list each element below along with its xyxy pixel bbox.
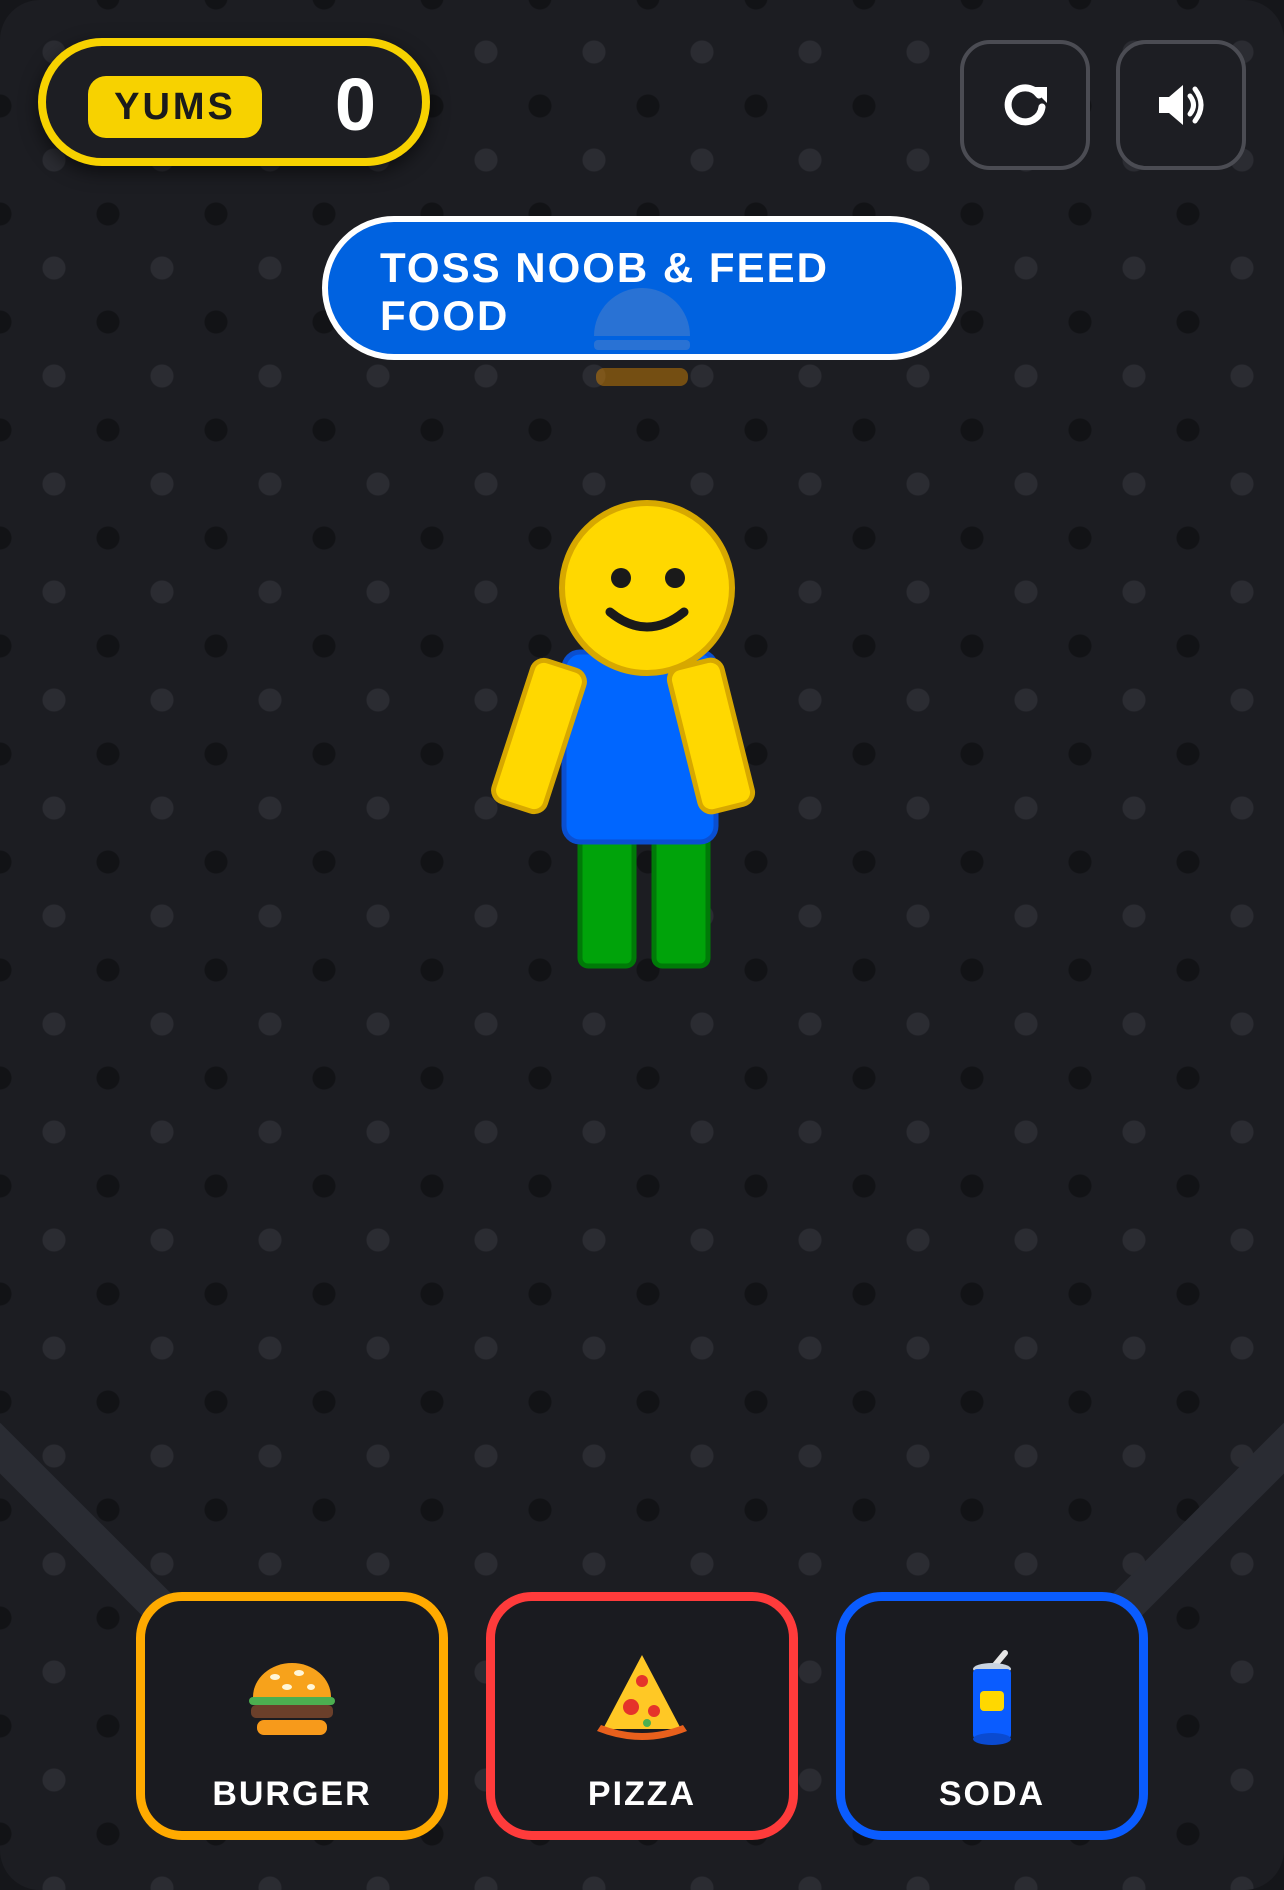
burger-button[interactable]: BURGER — [136, 1592, 448, 1840]
soda-button[interactable]: SODA — [836, 1592, 1148, 1840]
restart-icon — [1004, 84, 1047, 126]
sound-button[interactable] — [1116, 40, 1246, 170]
noob-character[interactable] — [490, 496, 770, 976]
head — [559, 500, 735, 676]
burger-label: BURGER — [212, 1775, 372, 1813]
left-leg — [577, 823, 637, 969]
soda-label: SODA — [938, 1775, 1046, 1813]
right-leg — [651, 823, 711, 969]
soda-icon — [973, 1650, 1011, 1745]
score-display: YUMS 0 — [38, 38, 430, 166]
speaker-icon — [1159, 85, 1204, 125]
falling-burger-icon — [594, 288, 690, 386]
score-value: 0 — [334, 63, 376, 146]
pizza-icon — [597, 1655, 687, 1740]
game-stage[interactable]: YUMS 0 TOSS NOOB & FEED FOOD BURGER PIZZ… — [0, 0, 1284, 1890]
pizza-button[interactable]: PIZZA — [486, 1592, 798, 1840]
restart-button[interactable] — [960, 40, 1090, 170]
pizza-label: PIZZA — [587, 1775, 697, 1813]
burger-icon — [249, 1663, 335, 1735]
score-label: YUMS — [88, 76, 262, 138]
